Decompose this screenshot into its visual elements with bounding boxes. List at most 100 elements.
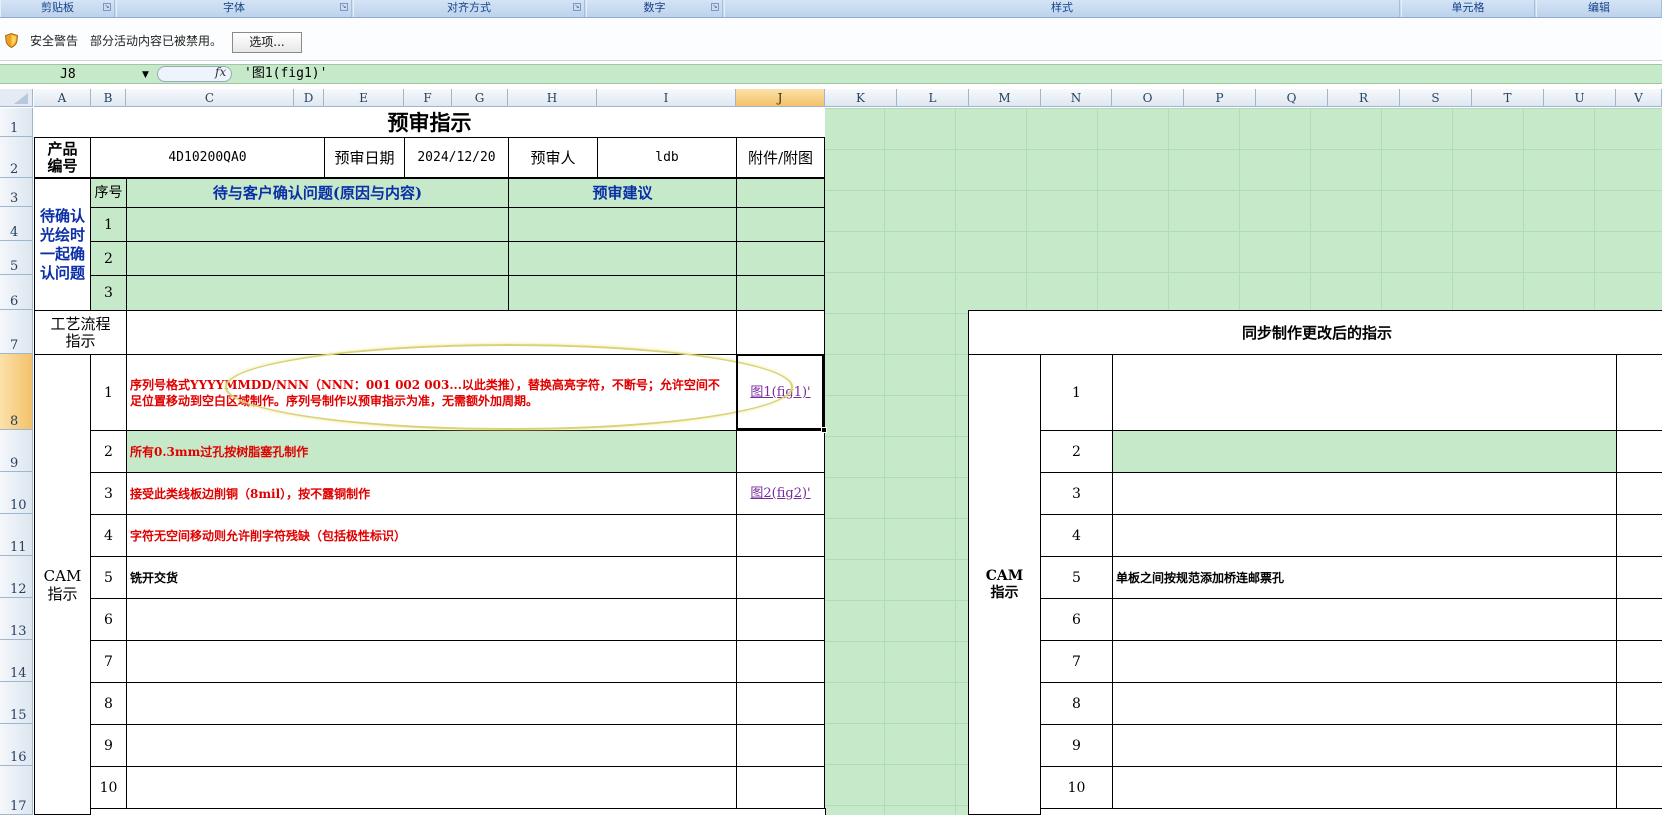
attachment-link[interactable]: [736, 640, 825, 683]
review-date-value[interactable]: 2024/12/20: [404, 137, 509, 178]
confirm-suggestion-cell[interactable]: [508, 241, 737, 276]
sync-instruction-cell[interactable]: [1112, 354, 1617, 431]
sync-instruction-cell[interactable]: [1112, 430, 1617, 473]
sync-row-no[interactable]: 5: [1040, 556, 1113, 599]
sync-instruction-cell[interactable]: [1112, 598, 1617, 641]
sync-row-no[interactable]: 4: [1040, 514, 1113, 557]
review-date-label[interactable]: 预审日期: [324, 137, 405, 178]
attachment-link[interactable]: [736, 556, 825, 599]
sync-attachment-cell[interactable]: [1616, 766, 1662, 809]
cam-row-no[interactable]: 9: [90, 724, 127, 767]
column-header-f[interactable]: F: [404, 89, 452, 107]
column-header-u[interactable]: U: [1544, 89, 1616, 107]
attachment-cell[interactable]: [736, 207, 825, 242]
issue-header[interactable]: 待与客户确认问题(原因与内容): [126, 178, 509, 208]
sync-attachment-cell[interactable]: [1616, 514, 1662, 557]
cam-row-no[interactable]: 1: [90, 354, 127, 431]
ribbon-group-editing[interactable]: 编辑: [1536, 0, 1662, 17]
cam-row-no[interactable]: 8: [90, 682, 127, 725]
row-header-12[interactable]: 12: [0, 556, 33, 598]
column-header-v[interactable]: V: [1616, 89, 1662, 107]
cam-instruction-cell[interactable]: [126, 724, 737, 767]
product-no-value[interactable]: 4D10200QA0: [90, 137, 325, 178]
sync-instruction-cell[interactable]: [1112, 640, 1617, 683]
fill-handle[interactable]: [821, 427, 827, 433]
sync-row-no[interactable]: 8: [1040, 682, 1113, 725]
sync-row-no[interactable]: 3: [1040, 472, 1113, 515]
ribbon-group-cells[interactable]: 单元格: [1401, 0, 1535, 17]
cam-row-no[interactable]: 10: [90, 766, 127, 809]
dialog-launcher-icon[interactable]: ↘: [103, 3, 111, 11]
cam-row-no[interactable]: 7: [90, 640, 127, 683]
row-header-13[interactable]: 13: [0, 598, 33, 640]
row-header-17[interactable]: 17: [0, 766, 33, 815]
column-header-q[interactable]: Q: [1256, 89, 1328, 107]
cam-label[interactable]: CAM指示: [34, 354, 91, 815]
attachment-cell[interactable]: [736, 178, 825, 208]
cam-instruction-cell[interactable]: 接受此类线板边削铜（8mil），按不露铜制作: [126, 472, 737, 515]
cam-row-no[interactable]: 4: [90, 514, 127, 557]
sync-attachment-cell[interactable]: [1616, 556, 1662, 599]
seq-header[interactable]: 序号: [90, 178, 127, 208]
cam-row-no[interactable]: 3: [90, 472, 127, 515]
row-header-11[interactable]: 11: [0, 514, 33, 556]
confirm-row-no[interactable]: 3: [90, 275, 127, 311]
row-header-5[interactable]: 5: [0, 241, 33, 275]
dialog-launcher-icon[interactable]: ↘: [573, 3, 581, 11]
confirm-issue-cell[interactable]: [126, 241, 509, 276]
attachment-link[interactable]: [736, 682, 825, 725]
cam-row-no[interactable]: 5: [90, 556, 127, 599]
ribbon-group-number[interactable]: 数字 ↘: [586, 0, 723, 17]
column-header-o[interactable]: O: [1112, 89, 1184, 107]
attachment-link[interactable]: [736, 430, 825, 473]
cam-instruction-cell[interactable]: 铣开交货: [126, 556, 737, 599]
sync-instruction-cell[interactable]: 单板之间按规范添加桥连邮票孔: [1112, 556, 1617, 599]
row-header-16[interactable]: 16: [0, 724, 33, 766]
attachment-cell[interactable]: [736, 275, 825, 311]
column-header-j[interactable]: J: [736, 89, 825, 107]
formula-input[interactable]: '图1(fig1)': [244, 66, 327, 82]
cam-instruction-cell[interactable]: [126, 766, 737, 809]
sync-cam-label[interactable]: CAM指示: [968, 354, 1041, 815]
reviewer-label[interactable]: 预审人: [508, 137, 598, 178]
attachment-cell[interactable]: [736, 241, 825, 276]
sync-instruction-cell[interactable]: [1112, 682, 1617, 725]
column-header-e[interactable]: E: [324, 89, 404, 107]
column-header-k[interactable]: K: [825, 89, 897, 107]
cam-instruction-cell[interactable]: 字符无空间移动则允许削字符残缺（包括极性标识）: [126, 514, 737, 557]
sync-attachment-cell[interactable]: [1616, 724, 1662, 767]
row-header-8[interactable]: 8: [0, 354, 33, 430]
cam-instruction-cell[interactable]: [126, 640, 737, 683]
sync-instruction-cell[interactable]: [1112, 514, 1617, 557]
sync-attachment-cell[interactable]: [1616, 354, 1662, 431]
sync-attachment-cell[interactable]: [1616, 430, 1662, 473]
cam-instruction-cell[interactable]: [126, 598, 737, 641]
sync-header[interactable]: 同步制作更改后的指示: [968, 310, 1662, 355]
row-header-2[interactable]: 2: [0, 137, 33, 178]
active-cell-selection[interactable]: [736, 354, 824, 430]
sync-row-no[interactable]: 9: [1040, 724, 1113, 767]
attachment-link[interactable]: 图2(fig2)': [736, 472, 825, 515]
row-header-1[interactable]: 1: [0, 108, 33, 137]
column-header-h[interactable]: H: [508, 89, 597, 107]
ribbon-group-styles[interactable]: 样式: [724, 0, 1400, 17]
attachment-cell[interactable]: [736, 310, 825, 355]
column-header-r[interactable]: R: [1328, 89, 1400, 107]
dialog-launcher-icon[interactable]: ↘: [711, 3, 719, 11]
column-header-a[interactable]: A: [34, 89, 91, 107]
ribbon-group-alignment[interactable]: 对齐方式 ↘: [353, 0, 585, 17]
sync-row-no[interactable]: 7: [1040, 640, 1113, 683]
process-label[interactable]: 工艺流程指示: [34, 310, 127, 355]
attachment-link[interactable]: [736, 598, 825, 641]
reviewer-value[interactable]: ldb: [597, 137, 737, 178]
sync-instruction-cell[interactable]: [1112, 472, 1617, 515]
confirm-issue-cell[interactable]: [126, 275, 509, 311]
ribbon-group-font[interactable]: 字体 ↘: [116, 0, 352, 17]
attachment-link[interactable]: [736, 514, 825, 557]
ribbon-group-clipboard[interactable]: 剪贴板 ↘: [0, 0, 115, 17]
sync-row-no[interactable]: 6: [1040, 598, 1113, 641]
column-header-l[interactable]: L: [897, 89, 969, 107]
column-header-b[interactable]: B: [91, 89, 126, 107]
confirm-suggestion-cell[interactable]: [508, 275, 737, 311]
security-options-button[interactable]: 选项...: [232, 32, 302, 53]
